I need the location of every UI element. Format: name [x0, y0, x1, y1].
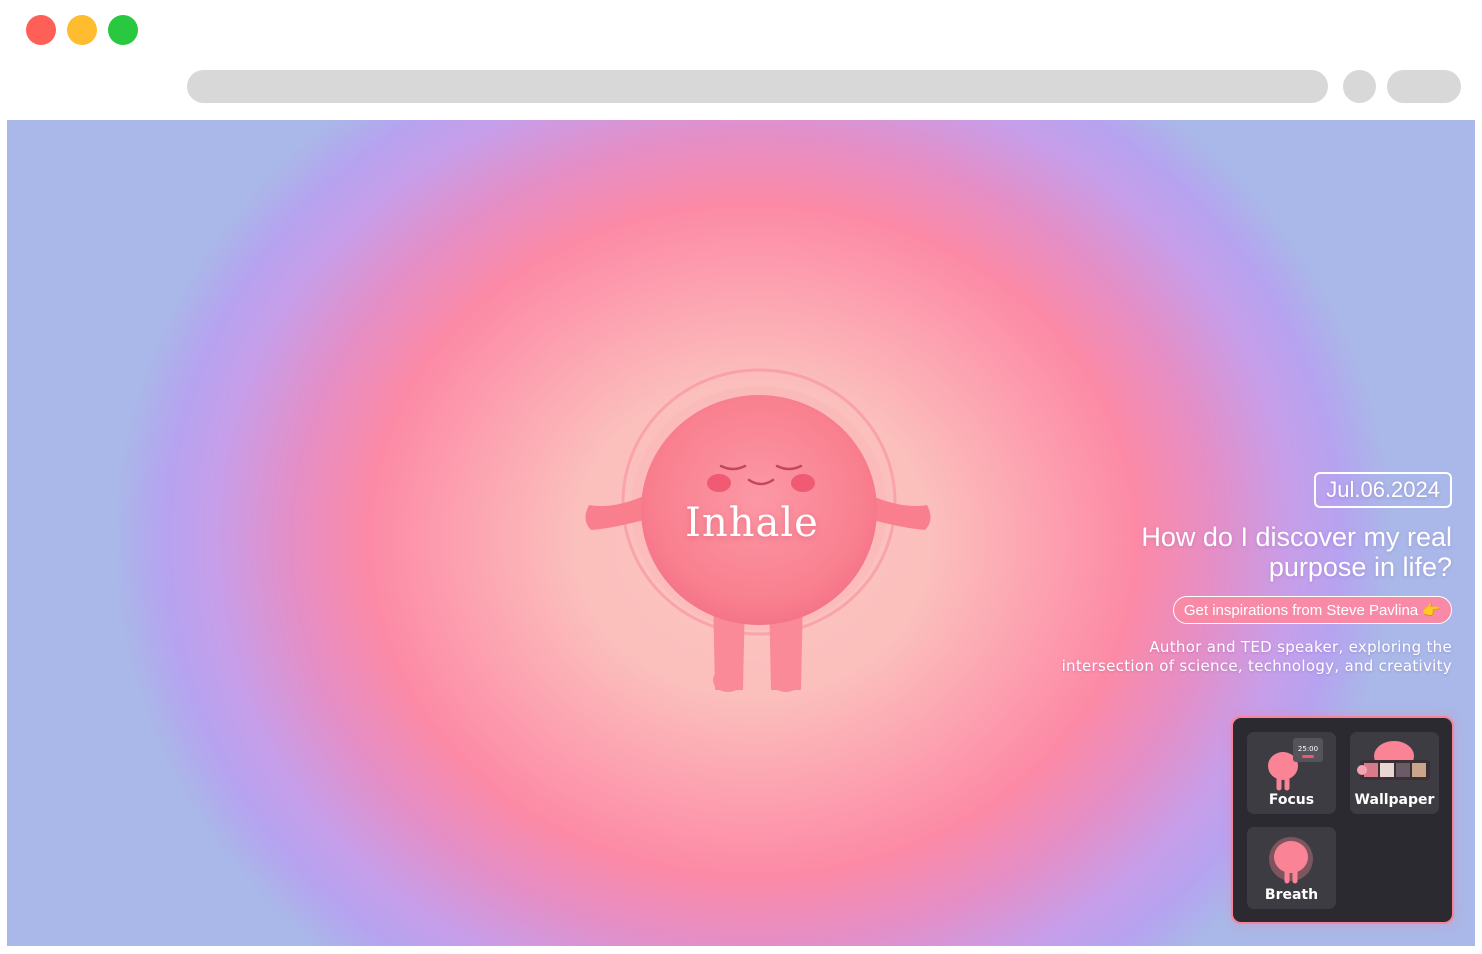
- author-description: Author and TED speaker, exploring the in…: [992, 638, 1452, 676]
- breath-phase-label: Inhale: [685, 500, 819, 546]
- breath-blob-icon: [1269, 837, 1313, 884]
- description-line-1: Author and TED speaker, exploring the: [1149, 638, 1452, 656]
- maximize-window-button[interactable]: [108, 15, 138, 45]
- daily-inspiration-panel: Jul.06.2024 How do I discover my real pu…: [992, 472, 1452, 676]
- daily-question: How do I discover my real purpose in lif…: [992, 522, 1452, 582]
- minimize-window-button[interactable]: [67, 15, 97, 45]
- app-tile-breath[interactable]: Breath: [1247, 827, 1336, 909]
- app-launcher-panel: 25:00 Focus Wallpaper Breath: [1231, 716, 1454, 924]
- wallpaper-icon: [1357, 741, 1430, 780]
- app-label-breath: Breath: [1264, 887, 1319, 903]
- close-window-button[interactable]: [26, 15, 56, 45]
- date-badge: Jul.06.2024: [1314, 472, 1452, 508]
- address-bar[interactable]: [187, 70, 1328, 103]
- browser-circle-button[interactable]: [1343, 70, 1376, 103]
- app-tile-focus[interactable]: 25:00 Focus: [1247, 732, 1336, 814]
- focus-timer-text: 25:00: [1298, 745, 1318, 753]
- browser-chrome: [0, 0, 1482, 120]
- inspiration-link-button[interactable]: Get inspirations from Steve Pavlina 👉: [1172, 596, 1452, 624]
- page-viewport: Inhale Jul.06.2024 How do I discover my …: [7, 120, 1475, 946]
- browser-pill-button[interactable]: [1387, 70, 1461, 103]
- question-line-2: purpose in life?: [1268, 552, 1452, 582]
- description-line-2: intersection of science, technology, and…: [1061, 657, 1452, 675]
- app-label-focus: Focus: [1268, 792, 1315, 808]
- app-tile-wallpaper[interactable]: Wallpaper: [1350, 732, 1439, 814]
- app-label-wallpaper: Wallpaper: [1354, 792, 1435, 808]
- question-line-1: How do I discover my real: [1141, 522, 1452, 552]
- focus-timer-icon: 25:00: [1268, 738, 1323, 791]
